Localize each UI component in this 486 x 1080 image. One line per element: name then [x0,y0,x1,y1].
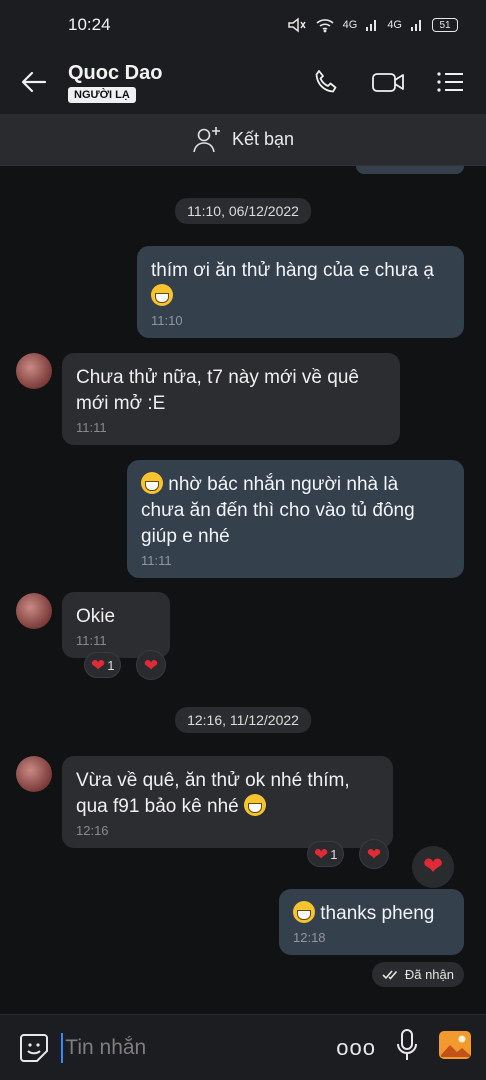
message-text-line: mới mở :E [76,393,166,414]
sticker-smiley-icon [19,1033,48,1062]
arrow-left-icon [21,71,47,93]
message-text: Okie [76,606,116,627]
wifi-icon [316,19,334,33]
message-text-line: Chưa thử nữa, t7 này mới về quê [76,367,359,388]
signal-icon [411,20,421,31]
image-gallery-icon [439,1031,471,1059]
battery-icon: 51 [432,18,458,32]
avatar[interactable] [16,593,52,629]
grin-emoji-icon [141,472,163,494]
composer: ooo [0,1014,486,1080]
back-button[interactable] [0,50,68,114]
message-text-line: Vừa về quê, ăn thử ok nhé thím, [76,770,350,791]
react-button[interactable]: ❤ [136,650,166,680]
heart-icon: ❤ [143,655,159,675]
list-menu-icon [437,72,463,92]
outgoing-message[interactable]: thanks pheng 12:18 [279,889,464,955]
signal-icon [366,20,377,31]
add-friend-button[interactable]: Kết bạn [0,114,486,166]
date-separator: 11:10, 06/12/2022 [175,198,311,224]
message-text-line: qua f91 bảo kê nhé [76,796,239,817]
image-picker-button[interactable] [438,1029,472,1066]
message-time: 11:11 [141,553,172,568]
message-text-line: nhờ bác nhắn người nhà là [168,474,399,495]
phone-icon [315,70,337,93]
voice-call-button[interactable] [308,64,344,100]
delivered-label: Đã nhận [404,967,454,982]
avatar[interactable] [16,353,52,389]
outgoing-message[interactable]: thím ơi ăn thử hàng của e chưa ạ 11:10 [137,246,464,338]
video-camera-icon [372,73,404,92]
message-list[interactable]: 11:10, 06/12/2022 thím ơi ăn thử hàng củ… [0,166,486,1014]
heart-icon: ❤ [422,853,444,880]
message-text-line: giúp e nhé [141,526,230,547]
react-button[interactable]: ❤ [359,839,389,869]
incoming-message[interactable]: Okie 11:11 [62,592,170,658]
message-text-line: chưa ăn đến thì cho vào tủ đông [141,500,415,521]
message-time: 11:11 [76,420,107,435]
sticker-button[interactable] [16,1030,51,1066]
delivered-status: Đã nhận [371,962,464,987]
status-time: 10:24 [68,15,111,34]
reaction-summary[interactable]: ❤ 1 [84,652,122,678]
stranger-badge: NGƯỜI LẠ [68,86,136,103]
status-bar: 10:24 4G 4G 51 [0,0,486,50]
video-call-button[interactable] [370,64,406,100]
message-text: thím ơi ăn thử hàng của e chưa ạ [151,260,434,281]
message-time: 12:16 [76,823,109,838]
quick-heart-button[interactable]: ❤ [412,846,454,888]
voice-record-button[interactable] [396,1028,418,1067]
avatar[interactable] [16,756,52,792]
grin-emoji-icon [293,901,315,923]
reaction-count: 1 [330,846,338,862]
heart-icon: ❤ [314,844,329,864]
outgoing-message[interactable]: nhờ bác nhắn người nhà là chưa ăn đến th… [127,460,464,578]
network-label-2: 4G [387,19,402,31]
more-options-button[interactable]: ooo [336,1035,376,1061]
reaction-summary[interactable]: ❤ 1 [307,841,345,867]
chat-header: Quoc Dao NGƯỜI LẠ [0,50,486,114]
reaction-count: 1 [107,657,115,673]
mute-icon [287,17,306,33]
message-text: thanks pheng [320,903,435,924]
menu-button[interactable] [432,64,468,100]
contact-name: Quoc Dao [68,61,163,84]
network-label-1: 4G [342,19,358,31]
grin-emoji-icon [243,794,266,816]
message-time: 11:11 [76,633,107,648]
add-friend-label: Kết bạn [231,129,295,149]
double-check-icon [382,969,397,980]
status-icons: 4G 4G 51 [287,17,458,33]
date-separator: 12:16, 11/12/2022 [175,707,311,733]
heart-icon: ❤ [366,844,382,864]
add-user-icon [193,126,220,152]
incoming-message[interactable]: Vừa về quê, ăn thử ok nhé thím, qua f91 … [62,756,393,848]
incoming-message[interactable]: Chưa thử nữa, t7 này mới về quê mới mở :… [62,353,400,445]
heart-icon: ❤ [91,655,106,675]
microphone-icon [397,1029,417,1060]
message-time: 12:18 [293,930,326,945]
message-time: 11:10 [151,313,183,328]
grin-emoji-icon [151,284,173,306]
message-input[interactable] [61,1032,337,1063]
previous-message-edge [356,166,464,174]
contact-title[interactable]: Quoc Dao NGƯỜI LẠ [68,62,308,103]
